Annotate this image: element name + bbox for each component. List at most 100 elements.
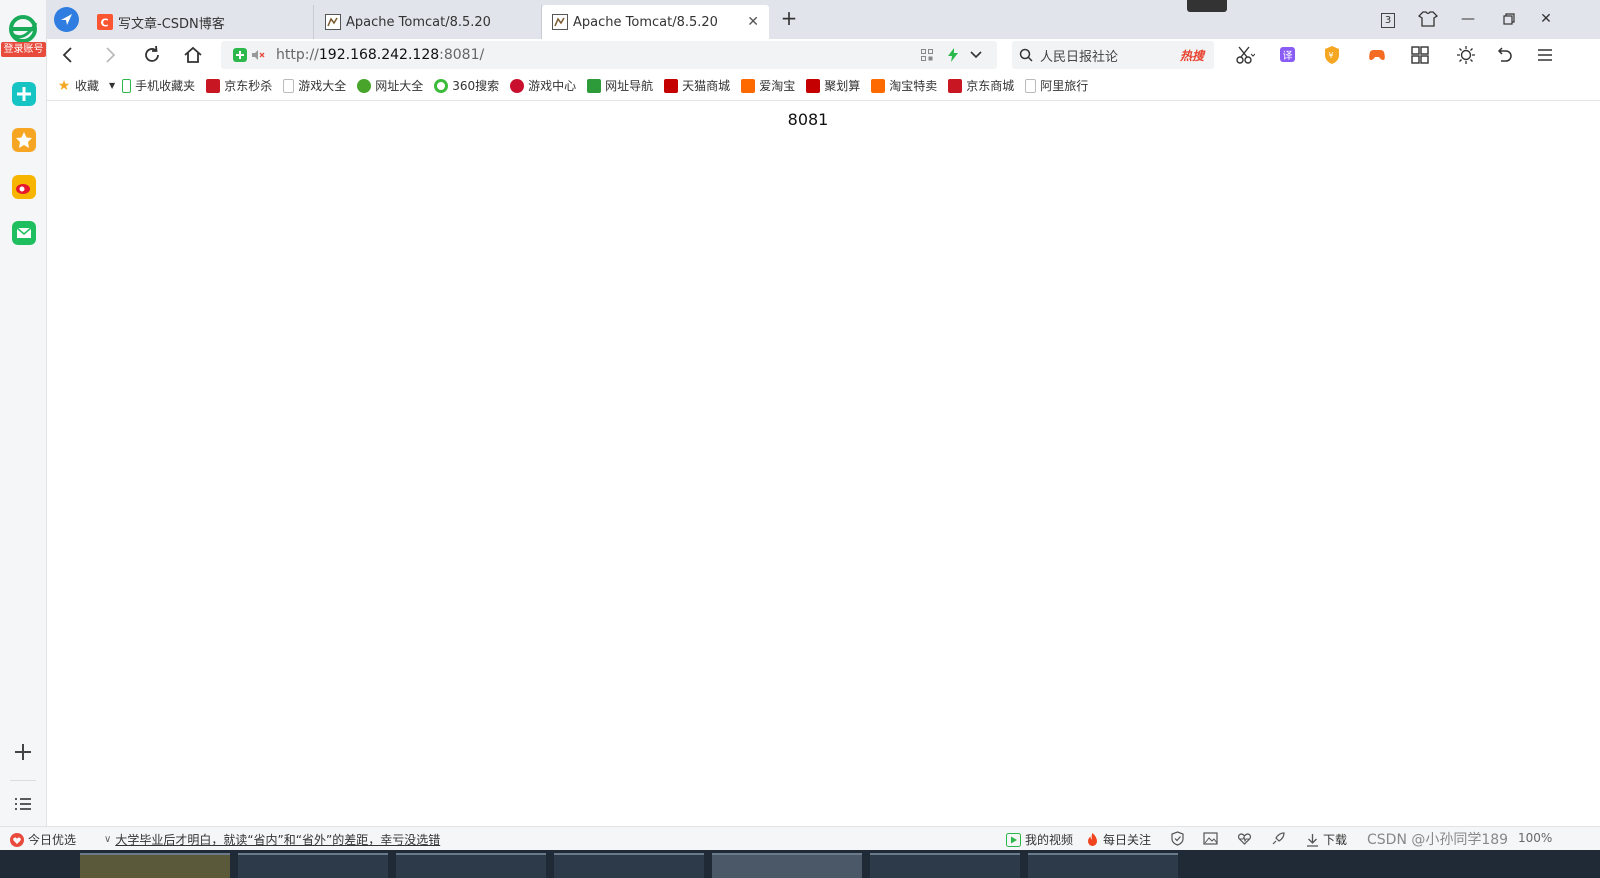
- headline-text: 大学毕业后才明白，就读“省内”和“省外”的差距，幸亏没选错: [115, 833, 441, 847]
- search-box[interactable]: 人民日报社论 热搜: [1012, 41, 1214, 69]
- heart-icon: [10, 832, 24, 847]
- wallet-shield-icon[interactable]: ¥: [1323, 45, 1343, 65]
- taskbar-item[interactable]: [870, 853, 1020, 878]
- bookmark-item[interactable]: 聚划算: [806, 77, 860, 94]
- sidebar-divider: [10, 780, 36, 781]
- bookmark-label: 爱淘宝: [759, 79, 796, 93]
- speed-mode-icon[interactable]: [947, 48, 959, 62]
- taskbar-item[interactable]: [238, 853, 388, 878]
- taskbar-item[interactable]: [80, 853, 230, 878]
- new-tab-button[interactable]: +: [778, 8, 800, 30]
- close-window-button[interactable]: ✕: [1535, 9, 1557, 29]
- bookmark-item[interactable]: 360搜索: [434, 77, 499, 94]
- bookmark-label: 收藏: [75, 79, 100, 93]
- browser-window: 登录账号 C 写文章-CSDN博客 Apache Tomcat/8.5.20 A…: [0, 0, 1600, 878]
- bookmark-item[interactable]: 京东秒杀: [206, 77, 272, 94]
- bookmark-label: 天猫商城: [682, 79, 731, 93]
- security-shield-icon[interactable]: [233, 48, 247, 62]
- os-taskbar: [0, 850, 1600, 878]
- minimize-button[interactable]: —: [1457, 9, 1479, 29]
- zoom-level[interactable]: 100%: [1518, 831, 1552, 845]
- gamepad-icon[interactable]: [1367, 45, 1387, 65]
- shield-icon[interactable]: [1170, 831, 1185, 846]
- apps-grid-icon[interactable]: [1410, 45, 1430, 65]
- tab-count-button[interactable]: 3: [1377, 9, 1399, 29]
- rocket-icon[interactable]: [1271, 831, 1286, 846]
- restore-button[interactable]: [1497, 9, 1519, 29]
- sidebar-list-icon[interactable]: [14, 796, 32, 812]
- today-picks-link[interactable]: 今日优选: [10, 831, 76, 848]
- tab-tomcat-1[interactable]: Apache Tomcat/8.5.20: [315, 5, 542, 39]
- image-icon[interactable]: [1203, 831, 1218, 846]
- bookmark-item[interactable]: 游戏中心: [510, 77, 576, 94]
- my-video-label: 我的视频: [1025, 833, 1074, 847]
- navigation-compass-icon[interactable]: [54, 7, 79, 32]
- taskbar-item[interactable]: [554, 853, 704, 878]
- tomcat-icon: [552, 14, 568, 30]
- status-bar: 今日优选 ∨ 大学毕业后才明白，就读“省内”和“省外”的差距，幸亏没选错 我的视…: [0, 826, 1600, 850]
- weibo-icon[interactable]: [12, 175, 36, 199]
- sound-off-icon[interactable]: [251, 49, 265, 61]
- chevron-down-icon[interactable]: [969, 49, 983, 61]
- bookmark-item[interactable]: 网址大全: [357, 77, 423, 94]
- add-sidebar-app-icon[interactable]: [13, 742, 33, 762]
- skin-shirt-icon[interactable]: [1417, 9, 1439, 29]
- page-icon: [1025, 78, 1037, 93]
- bookmark-label: 阿里旅行: [1040, 79, 1089, 93]
- menu-icon[interactable]: [1535, 45, 1555, 65]
- favorites-star-icon[interactable]: [12, 128, 36, 152]
- my-video-link[interactable]: 我的视频: [1006, 831, 1073, 848]
- taskbar-item[interactable]: [1028, 853, 1178, 878]
- taskbar-item[interactable]: [396, 853, 546, 878]
- health-heart-icon[interactable]: [1237, 831, 1252, 846]
- tab-tomcat-active[interactable]: Apache Tomcat/8.5.20 ✕: [542, 5, 769, 39]
- hot-search-link[interactable]: 热搜: [1180, 47, 1204, 64]
- bookmark-item[interactable]: 阿里旅行: [1025, 77, 1088, 94]
- bookmark-label: 网址大全: [375, 79, 424, 93]
- search-icon: [1019, 48, 1033, 62]
- home-icon[interactable]: [180, 43, 206, 67]
- address-bar[interactable]: http://192.168.242.128:8081/: [221, 41, 997, 69]
- bookmark-item[interactable]: 京东商城: [948, 77, 1014, 94]
- translate-icon[interactable]: 译: [1279, 45, 1299, 65]
- mail-icon[interactable]: [12, 221, 36, 245]
- bookmark-item[interactable]: 天猫商城: [664, 77, 730, 94]
- taobao-icon: [871, 78, 886, 93]
- bookmark-item[interactable]: 爱淘宝: [741, 77, 795, 94]
- bookmark-item[interactable]: 淘宝特卖: [871, 77, 937, 94]
- bookmark-item[interactable]: 游戏大全: [283, 77, 346, 94]
- bookmark-label: 聚划算: [824, 79, 861, 93]
- forward-icon[interactable]: [97, 43, 123, 67]
- taskbar-item[interactable]: [712, 853, 862, 878]
- bookmark-label: 游戏中心: [528, 79, 577, 93]
- game-icon: [510, 78, 525, 93]
- tab-count-badge: 3: [1381, 13, 1395, 28]
- favorites-dropdown-icon[interactable]: ▼: [109, 81, 115, 90]
- daily-follow-label: 每日关注: [1103, 833, 1152, 847]
- tab-csdn[interactable]: C 写文章-CSDN博客: [87, 5, 314, 39]
- daily-follow-link[interactable]: 每日关注: [1086, 831, 1151, 848]
- plus-circle-icon: [357, 78, 372, 93]
- search-text: 人民日报社论: [1040, 49, 1119, 65]
- scissors-icon[interactable]: [1235, 45, 1255, 65]
- reload-icon[interactable]: [139, 43, 165, 67]
- login-button[interactable]: 登录账号: [1, 42, 46, 57]
- chevron-down-icon: ∨: [104, 834, 112, 845]
- screen-capture-handle[interactable]: [1187, 0, 1227, 12]
- back-icon[interactable]: [55, 43, 81, 67]
- close-tab-icon[interactable]: ✕: [747, 14, 759, 30]
- bookmarks-bar: ★ 收藏 ▼ 手机收藏夹 京东秒杀 游戏大全 网址大全 360搜索 游戏中心 网址导航 天猫商城 爱淘…: [47, 71, 1600, 101]
- browser-logo-icon[interactable]: [8, 14, 38, 44]
- download-button[interactable]: 下载: [1306, 831, 1347, 848]
- bookmark-item[interactable]: 网址导航: [587, 77, 653, 94]
- csdn-icon: C: [97, 14, 113, 30]
- bookmark-label: 手机收藏夹: [135, 79, 196, 93]
- left-sidebar: 登录账号: [0, 0, 47, 848]
- qr-code-icon[interactable]: [921, 49, 933, 61]
- undo-close-icon[interactable]: [1494, 45, 1514, 65]
- brightness-icon[interactable]: [1456, 45, 1476, 65]
- bookmark-item[interactable]: 手机收藏夹: [122, 77, 195, 94]
- headline-link[interactable]: ∨ 大学毕业后才明白，就读“省内”和“省外”的差距，幸亏没选错: [104, 831, 440, 848]
- apps-icon[interactable]: [12, 82, 36, 106]
- bookmark-item[interactable]: ★ 收藏 ▼: [57, 77, 115, 94]
